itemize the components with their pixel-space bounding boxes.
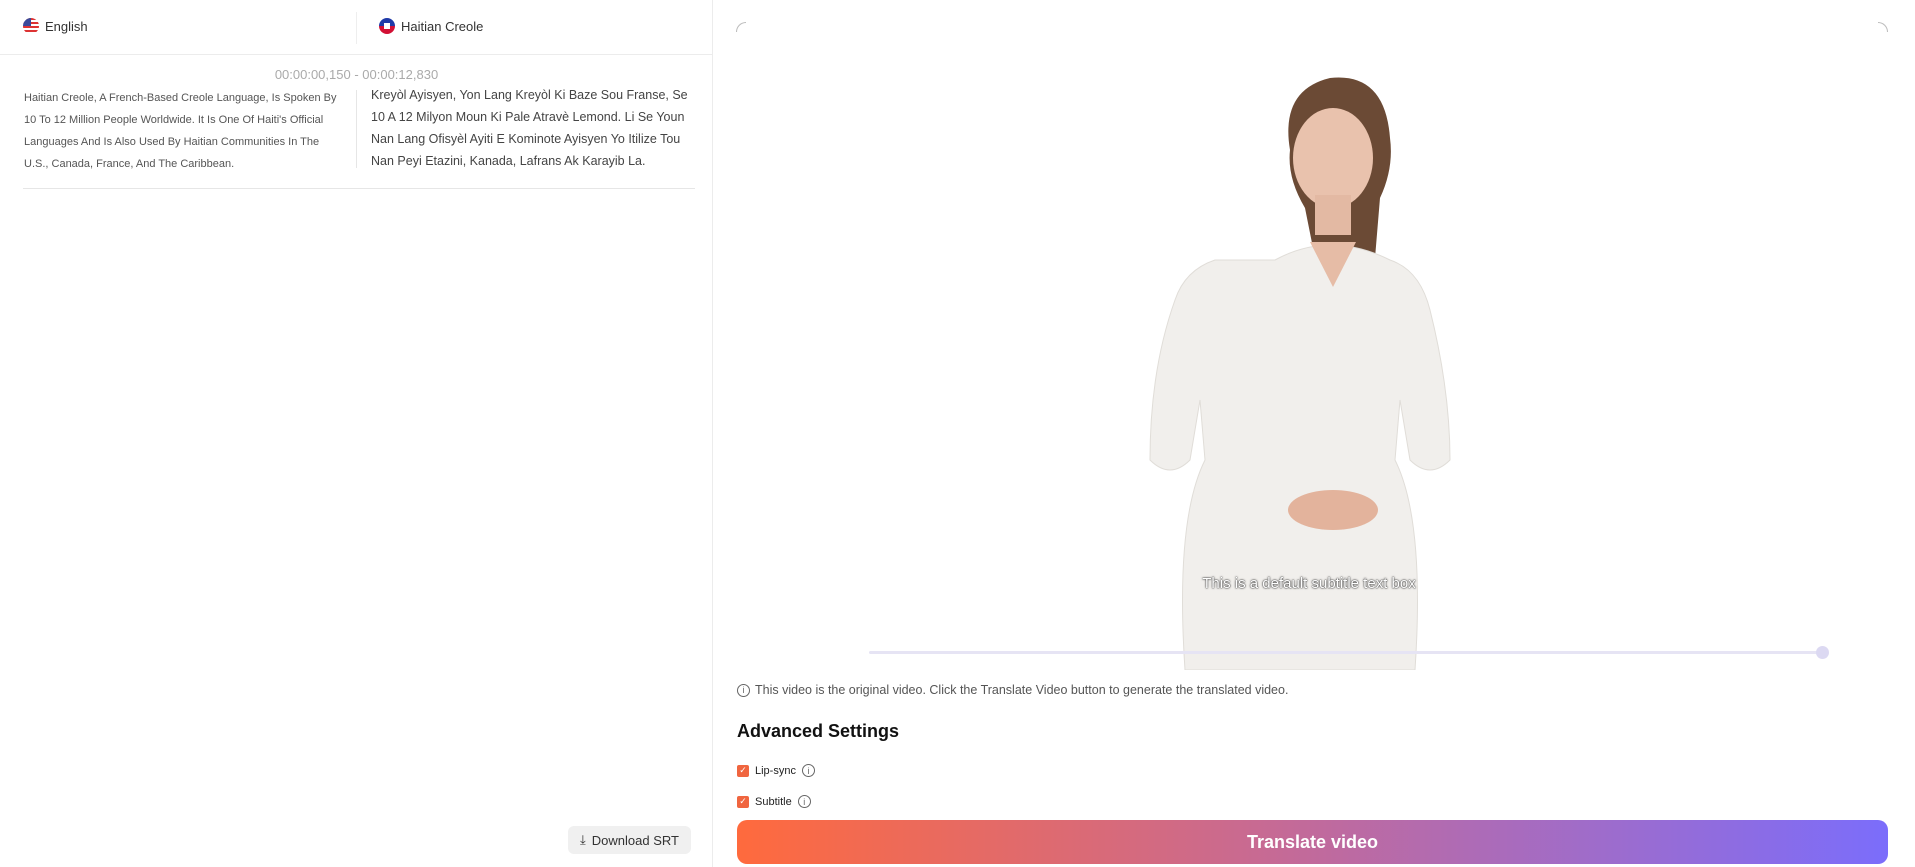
info-icon[interactable]: i — [797, 795, 811, 808]
download-label: Download SRT — [591, 832, 679, 848]
info-icon[interactable]: i — [801, 764, 815, 777]
lip-sync-label: Lip-sync — [755, 764, 796, 777]
download-icon: ⤓ — [580, 832, 586, 847]
video-player[interactable]: This is a default subtitle text box — [730, 20, 1888, 670]
segment-time: 00:00:00,150 - 00:00:12,830 — [274, 67, 439, 82]
divider — [356, 12, 357, 44]
us-flag-icon — [23, 18, 39, 34]
source-language-label: English — [45, 18, 88, 34]
presenter-image — [1149, 77, 1451, 670]
subtitle-option[interactable]: ✓ Subtitle i — [737, 795, 811, 808]
subtitle-label: Subtitle — [755, 795, 792, 808]
video-panel: This is a default subtitle text box i Thi… — [714, 0, 1915, 867]
download-srt-button[interactable]: ⤓ Download SRT — [568, 826, 691, 854]
lip-sync-option[interactable]: ✓ Lip-sync i — [737, 764, 815, 777]
source-language[interactable]: English — [23, 18, 88, 34]
subtitle-checkbox[interactable]: ✓ — [737, 795, 749, 808]
progress-slider[interactable] — [869, 646, 1829, 659]
language-header: English Haitian Creole — [0, 0, 713, 55]
info-note: i This video is the original video. Click… — [737, 683, 1288, 697]
target-language[interactable]: Haitian Creole — [379, 18, 483, 34]
slider-handle[interactable] — [1816, 646, 1829, 659]
info-icon: i — [737, 683, 750, 697]
target-language-label: Haitian Creole — [401, 18, 484, 34]
lip-sync-checkbox[interactable]: ✓ — [737, 764, 749, 777]
haiti-flag-icon — [379, 18, 395, 34]
divider — [356, 90, 357, 168]
translate-video-button[interactable]: Translate video — [737, 820, 1888, 864]
source-text[interactable]: Haitian Creole, A French-Based Creole La… — [24, 87, 344, 175]
target-text[interactable]: Kreyòl Ayisyen, Yon Lang Kreyòl Ki Baze … — [371, 84, 691, 172]
advanced-settings-title: Advanced Settings — [737, 721, 900, 741]
info-text: This video is the original video. Click … — [755, 683, 1289, 697]
subtitle-panel: English Haitian Creole 00:00:00,150 - 00… — [0, 0, 713, 867]
subtitle-overlay: This is a default subtitle text box — [1202, 575, 1416, 592]
divider — [23, 188, 695, 189]
